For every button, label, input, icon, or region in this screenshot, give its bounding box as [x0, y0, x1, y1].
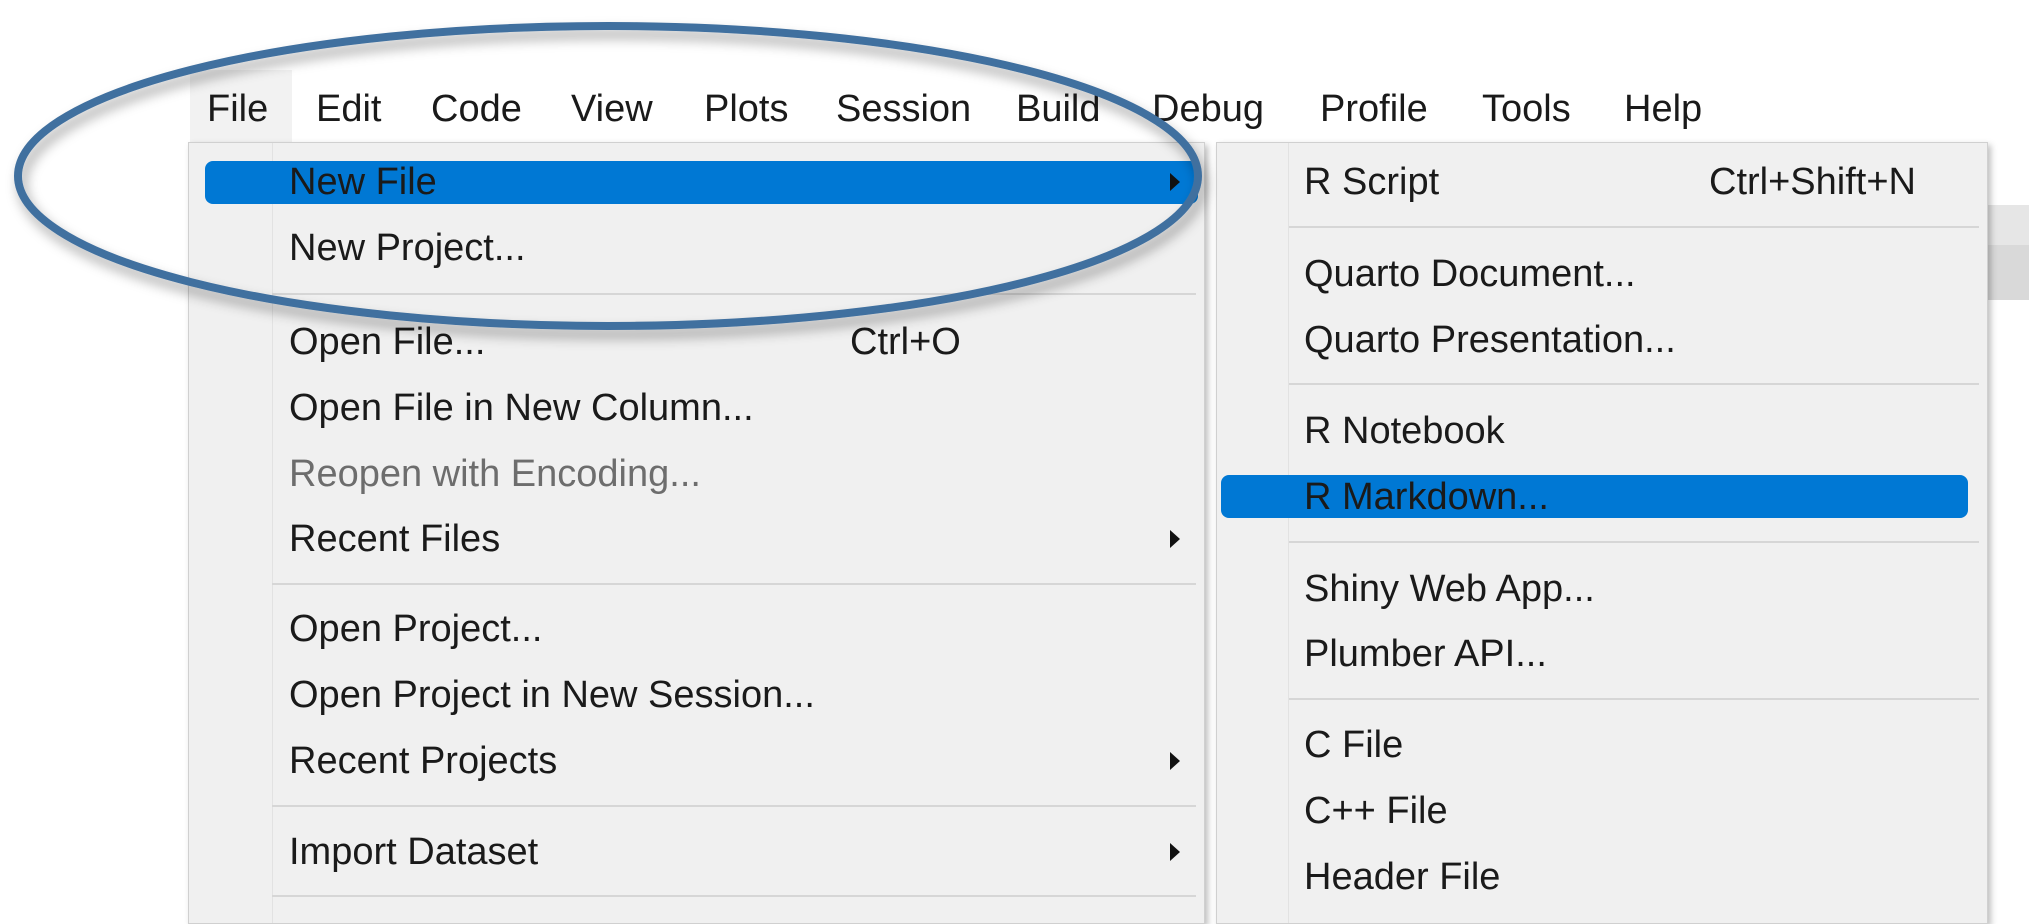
submenu-item-r-notebook[interactable]: R Notebook [1217, 398, 1987, 464]
menu-help[interactable]: Help [1624, 84, 1702, 134]
menu-item-label: Recent Files [289, 518, 501, 560]
menu-profile[interactable]: Profile [1320, 84, 1428, 134]
menu-item-label: Quarto Presentation... [1304, 319, 1676, 361]
menu-item-label: Open Project in New Session... [289, 674, 815, 716]
menu-item-label: New File [289, 161, 437, 203]
menu-view[interactable]: View [571, 84, 653, 134]
menu-item-label: Quarto Document... [1304, 253, 1636, 295]
menu-code[interactable]: Code [431, 84, 522, 134]
menu-item-label: Plumber API... [1304, 633, 1547, 675]
menu-item-label: C++ File [1304, 790, 1448, 832]
menu-item-label: Shiny Web App... [1304, 568, 1595, 610]
separator [272, 293, 1196, 295]
submenu-item-quarto-document[interactable]: Quarto Document... [1217, 241, 1987, 307]
submenu-item-plumber-api[interactable]: Plumber API... [1217, 621, 1987, 687]
separator [272, 895, 1196, 897]
menu-plots[interactable]: Plots [704, 84, 788, 134]
submenu-item-shiny-web-app[interactable]: Shiny Web App... [1217, 556, 1987, 622]
menu-item-label: R Notebook [1304, 410, 1505, 452]
menu-item-reopen-with-encoding: Reopen with Encoding... [189, 441, 1204, 507]
menu-item-open-file[interactable]: Open File... Ctrl+O [189, 309, 1204, 375]
menu-item-new-project[interactable]: New Project... [189, 215, 1204, 281]
shortcut: Ctrl+O [850, 321, 961, 363]
menu-item-label: R Markdown... [1304, 476, 1549, 518]
submenu-item-quarto-presentation[interactable]: Quarto Presentation... [1217, 307, 1987, 373]
menu-debug[interactable]: Debug [1152, 84, 1264, 134]
menu-item-recent-projects[interactable]: Recent Projects [189, 728, 1204, 794]
menu-session[interactable]: Session [836, 84, 971, 134]
menu-tools[interactable]: Tools [1482, 84, 1571, 134]
submenu-item-c-file[interactable]: C File [1217, 712, 1987, 778]
menu-build[interactable]: Build [1016, 84, 1101, 134]
menu-item-label: C File [1304, 724, 1404, 766]
submenu-item-header-file[interactable]: Header File [1217, 844, 1987, 910]
menu-item-label: Reopen with Encoding... [289, 453, 701, 495]
menu-item-open-file-new-column[interactable]: Open File in New Column... [189, 375, 1204, 441]
menu-item-open-project-new-session[interactable]: Open Project in New Session... [189, 662, 1204, 728]
menu-item-new-file[interactable]: New File [189, 149, 1204, 215]
shortcut: Ctrl+Shift+N [1709, 161, 1916, 203]
submenu-arrow-icon [1170, 530, 1180, 548]
separator [1289, 226, 1979, 228]
menu-item-recent-files[interactable]: Recent Files [189, 506, 1204, 572]
menu-item-label: Header File [1304, 856, 1501, 898]
separator [272, 583, 1196, 585]
separator [272, 805, 1196, 807]
separator [1289, 383, 1979, 385]
submenu-arrow-icon [1170, 752, 1180, 770]
file-menu: New File New Project... Open File... Ctr… [188, 142, 1205, 924]
submenu-arrow-icon [1170, 843, 1180, 861]
menu-item-label: Open Project... [289, 608, 543, 650]
submenu-item-r-script[interactable]: R Script Ctrl+Shift+N [1217, 149, 1987, 215]
menu-item-import-dataset[interactable]: Import Dataset [189, 819, 1204, 885]
submenu-item-r-markdown[interactable]: R Markdown... [1217, 464, 1987, 530]
menu-item-label: R Script [1304, 161, 1440, 203]
separator [1289, 541, 1979, 543]
menu-item-label: Recent Projects [289, 740, 558, 782]
menu-item-label: Open File in New Column... [289, 387, 754, 429]
separator [1289, 698, 1979, 700]
menu-item-label: Import Dataset [289, 831, 539, 873]
submenu-item-cpp-file[interactable]: C++ File [1217, 778, 1987, 844]
menu-file[interactable]: File [207, 84, 268, 134]
new-file-submenu: R Script Ctrl+Shift+N Quarto Document...… [1216, 142, 1988, 924]
submenu-arrow-icon [1170, 173, 1180, 191]
background-panel [1986, 245, 2029, 300]
menu-item-open-project[interactable]: Open Project... [189, 596, 1204, 662]
background-panel [1986, 205, 2029, 245]
menu-edit[interactable]: Edit [316, 84, 381, 134]
menu-item-label: Open File... [289, 321, 486, 363]
menu-item-label: New Project... [289, 227, 526, 269]
